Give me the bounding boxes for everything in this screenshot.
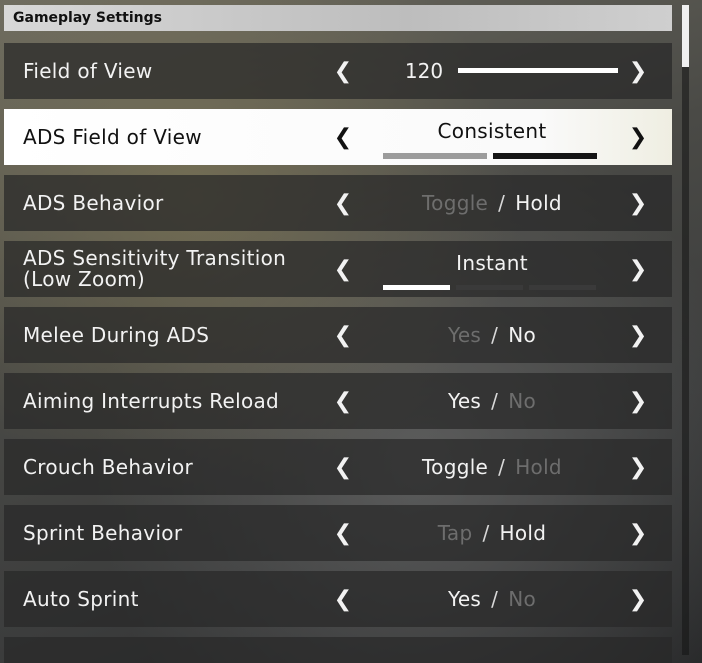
option-separator: / — [482, 521, 490, 545]
setting-value: Toggle / Hold — [372, 439, 612, 495]
option-inactive: Tap — [437, 521, 473, 545]
option-inactive: Hold — [515, 455, 562, 479]
chevron-left-icon[interactable]: ❮ — [331, 439, 355, 495]
setting-row-partial[interactable] — [4, 637, 672, 663]
setting-label: ADS Sensitivity Transition (Low Zoom) — [23, 246, 287, 291]
chevron-right-icon[interactable]: ❯ — [626, 439, 650, 495]
chevron-right-icon[interactable]: ❯ — [626, 241, 650, 297]
setting-row-sprint-behavior[interactable]: Sprint Behavior ❮ Tap / Hold ❯ — [4, 505, 672, 561]
chevron-right-icon[interactable]: ❯ — [626, 109, 650, 165]
chevron-left-icon[interactable]: ❮ — [331, 109, 355, 165]
setting-label: Field of View — [23, 58, 153, 83]
setting-value: Yes / No — [372, 571, 612, 627]
fov-slider[interactable] — [458, 68, 618, 73]
chevron-left-icon[interactable]: ❮ — [331, 505, 355, 561]
option-active: Hold — [515, 191, 562, 215]
setting-label: ADS Field of View — [23, 124, 202, 149]
setting-row-ads-field-of-view[interactable]: ADS Field of View ❮ Consistent ❯ — [4, 109, 672, 165]
option-separator: / — [491, 587, 499, 611]
setting-row-crouch-behavior[interactable]: Crouch Behavior ❮ Toggle / Hold ❯ — [4, 439, 672, 495]
chevron-left-icon[interactable]: ❮ — [331, 307, 355, 363]
chevron-left-icon[interactable]: ❮ — [331, 373, 355, 429]
chevron-right-icon[interactable]: ❯ — [626, 373, 650, 429]
setting-value: Tap / Hold — [372, 505, 612, 561]
chevron-left-icon[interactable]: ❮ — [331, 43, 355, 99]
indicator-segment-active — [493, 153, 597, 159]
chevron-left-icon[interactable]: ❮ — [331, 571, 355, 627]
option-indicator — [383, 285, 596, 290]
chevron-right-icon[interactable]: ❯ — [626, 175, 650, 231]
option-separator: / — [491, 323, 499, 347]
option-inactive: No — [508, 587, 537, 611]
setting-value: Instant — [372, 235, 612, 291]
value-text: Instant — [456, 251, 528, 275]
setting-label: Auto Sprint — [23, 586, 139, 611]
setting-row-aiming-interrupts-reload[interactable]: Aiming Interrupts Reload ❮ Yes / No ❯ — [4, 373, 672, 429]
setting-label: Crouch Behavior — [23, 454, 193, 479]
slider-value: 120 — [404, 59, 444, 83]
setting-value: Yes / No — [372, 307, 612, 363]
setting-row-ads-behavior[interactable]: ADS Behavior ❮ Toggle / Hold ❯ — [4, 175, 672, 231]
scrollbar-thumb[interactable] — [682, 5, 689, 67]
option-inactive: No — [508, 389, 537, 413]
setting-row-ads-sensitivity-transition[interactable]: ADS Sensitivity Transition (Low Zoom) ❮ … — [4, 241, 672, 297]
setting-label: Melee During ADS — [23, 322, 210, 347]
indicator-segment — [456, 285, 523, 290]
chevron-right-icon[interactable]: ❯ — [626, 307, 650, 363]
setting-label: Sprint Behavior — [23, 520, 183, 545]
option-separator: / — [498, 191, 506, 215]
option-active: No — [508, 323, 537, 347]
setting-label: Aiming Interrupts Reload — [23, 388, 280, 413]
setting-label: ADS Behavior — [23, 190, 164, 215]
indicator-segment — [529, 285, 596, 290]
setting-value: Yes / No — [372, 373, 612, 429]
option-separator: / — [491, 389, 499, 413]
option-separator: / — [498, 455, 506, 479]
setting-row-field-of-view[interactable]: Field of View ❮ 120 ❯ — [4, 43, 672, 99]
option-indicator — [383, 153, 597, 159]
chevron-right-icon[interactable]: ❯ — [626, 43, 650, 99]
setting-row-auto-sprint[interactable]: Auto Sprint ❮ Yes / No ❯ — [4, 571, 672, 627]
option-active: Yes — [447, 389, 482, 413]
setting-row-melee-during-ads[interactable]: Melee During ADS ❮ Yes / No ❯ — [4, 307, 672, 363]
option-active: Yes — [447, 587, 482, 611]
chevron-left-icon[interactable]: ❮ — [331, 175, 355, 231]
section-header: Gameplay Settings — [4, 5, 672, 31]
option-active: Toggle — [422, 455, 489, 479]
value-text: Consistent — [437, 119, 547, 143]
chevron-right-icon[interactable]: ❯ — [626, 571, 650, 627]
indicator-segment-active — [383, 285, 450, 290]
chevron-left-icon[interactable]: ❮ — [331, 241, 355, 297]
option-active: Hold — [499, 521, 547, 545]
option-inactive: Toggle — [422, 191, 489, 215]
indicator-segment — [383, 153, 487, 159]
option-inactive: Yes — [447, 323, 482, 347]
setting-value: Toggle / Hold — [372, 175, 612, 231]
setting-value: Consistent — [372, 103, 612, 159]
scrollbar-track[interactable] — [682, 5, 689, 655]
chevron-right-icon[interactable]: ❯ — [626, 505, 650, 561]
